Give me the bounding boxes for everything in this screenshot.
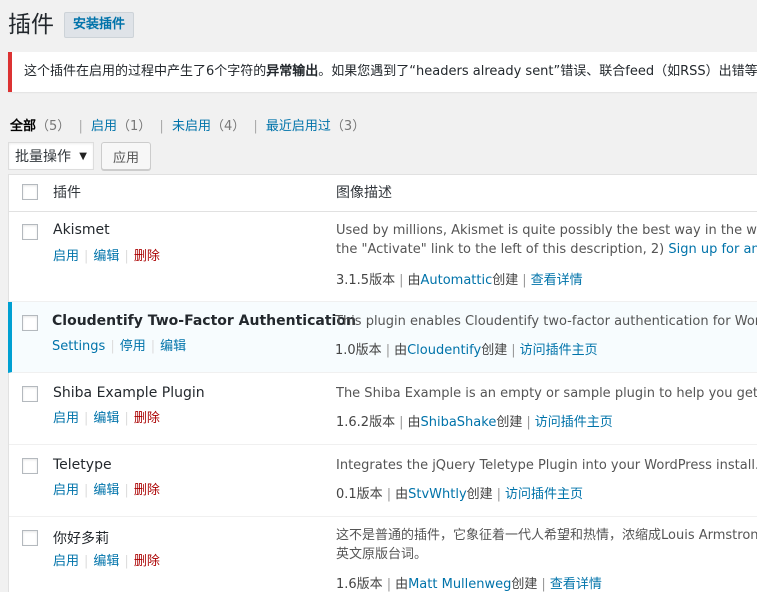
- plugins-page: 插件 安装插件 这个插件在启用的过程中产生了6个字符的异常输出。如果您遇到了“h…: [0, 0, 757, 592]
- page-header: 插件 安装插件: [8, 8, 135, 42]
- delete-link[interactable]: 删除: [134, 554, 160, 569]
- author-link[interactable]: Cloudentify: [407, 343, 481, 358]
- filter-separator: |: [159, 119, 164, 134]
- plugin-description: The Shiba Example is an empty or sample …: [336, 386, 757, 401]
- row-checkbox[interactable]: [22, 530, 38, 546]
- column-header-plugin[interactable]: 插件: [53, 175, 81, 211]
- plugin-name: Shiba Example Plugin: [53, 385, 205, 401]
- plugin-meta: 1.6.2版本 | 由ShibaShake创建 | 访问插件主页: [336, 415, 613, 430]
- activate-link[interactable]: 启用: [53, 554, 79, 569]
- filter-inactive[interactable]: 未启用（4）: [172, 119, 245, 134]
- plugin-meta: 0.1版本 | 由StvWhtly创建 | 访问插件主页: [336, 487, 584, 502]
- table-row: Akismet 启用 | 编辑 | 删除 Used by millions, Akism…: [9, 212, 757, 302]
- edit-link[interactable]: 编辑: [93, 483, 119, 498]
- plugin-meta: 1.6版本 | 由Matt Mullenweg创建 | 查看详情: [336, 577, 602, 592]
- plugin-homepage-link[interactable]: 访问插件主页: [505, 487, 583, 502]
- notice-text-post: 。如果您遇到了“headers already sent”错误、联合feed（如…: [318, 64, 757, 79]
- edit-link[interactable]: 编辑: [160, 339, 186, 354]
- table-row: Cloudentify Two-Factor Authentication Se…: [8, 302, 757, 373]
- add-new-plugin-button[interactable]: 安装插件: [64, 12, 135, 38]
- activate-link[interactable]: 启用: [53, 249, 79, 264]
- activate-link[interactable]: 启用: [53, 411, 79, 426]
- row-checkbox[interactable]: [22, 224, 38, 240]
- activate-link[interactable]: 启用: [53, 483, 79, 498]
- settings-link[interactable]: Settings: [52, 339, 105, 354]
- row-actions: 启用 | 编辑 | 删除: [53, 483, 160, 498]
- bulk-action-select[interactable]: 批量操作 ▼: [8, 142, 94, 170]
- author-link[interactable]: Automattic: [420, 273, 492, 288]
- row-checkbox[interactable]: [22, 386, 38, 402]
- signup-link[interactable]: Sign up for an Akismet: [668, 242, 757, 257]
- plugin-description: This plugin enables Cloudentify two-fact…: [335, 314, 757, 329]
- author-link[interactable]: StvWhtly: [408, 487, 467, 502]
- delete-link[interactable]: 删除: [134, 249, 160, 264]
- row-checkbox[interactable]: [22, 315, 38, 331]
- plugin-meta: 1.0版本 | 由Cloudentify创建 | 访问插件主页: [335, 343, 598, 358]
- plugins-table: 插件 图像描述 Akismet 启用 | 编辑 | 删除 Used by million…: [8, 174, 757, 592]
- edit-link[interactable]: 编辑: [93, 249, 119, 264]
- plugin-description: Used by millions, Akismet is quite possi…: [336, 221, 757, 259]
- row-actions: 启用 | 编辑 | 删除: [53, 249, 160, 264]
- bulk-actions: 批量操作 ▼ 应用: [8, 142, 152, 170]
- filter-separator: |: [253, 119, 258, 134]
- row-checkbox[interactable]: [22, 458, 38, 474]
- filter-active[interactable]: 启用（1）: [91, 119, 151, 134]
- delete-link[interactable]: 删除: [134, 483, 160, 498]
- row-actions: Settings | 停用 | 编辑: [52, 339, 187, 354]
- table-row: Teletype 启用 | 编辑 | 删除 Integrates the jQuery …: [9, 445, 757, 517]
- plugin-homepage-link[interactable]: 访问插件主页: [520, 343, 598, 358]
- table-header: 插件 图像描述: [9, 175, 757, 212]
- plugin-description: Integrates the jQuery Teletype Plugin in…: [336, 458, 757, 473]
- filter-separator: |: [78, 119, 83, 134]
- table-row: 你好多莉 启用 | 编辑 | 删除 这不是普通的插件，它象征着一代人希望和热情，浓缩成L…: [9, 517, 757, 592]
- plugin-description: 这不是普通的插件，它象征着一代人希望和热情，浓缩成Louis Armstrong…: [336, 528, 757, 562]
- deactivate-link[interactable]: 停用: [120, 339, 146, 354]
- error-notice: 这个插件在启用的过程中产生了6个字符的异常输出。如果您遇到了“headers a…: [8, 52, 757, 92]
- filter-all[interactable]: 全部（5）: [10, 119, 70, 134]
- edit-link[interactable]: 编辑: [93, 411, 119, 426]
- details-link[interactable]: 查看详情: [531, 273, 583, 288]
- author-link[interactable]: ShibaShake: [420, 415, 496, 430]
- author-link[interactable]: Matt Mullenweg: [408, 577, 511, 592]
- notice-text-strong: 异常输出: [266, 64, 319, 79]
- row-actions: 启用 | 编辑 | 删除: [53, 411, 160, 426]
- plugin-name: Cloudentify Two-Factor Authentication: [52, 313, 356, 329]
- table-row: Shiba Example Plugin 启用 | 编辑 | 删除 The Shiba …: [9, 373, 757, 445]
- page-title: 插件: [8, 12, 54, 38]
- filter-recently-active[interactable]: 最近启用过（3）: [266, 119, 365, 134]
- delete-link[interactable]: 删除: [134, 411, 160, 426]
- plugin-name: Teletype: [53, 457, 112, 473]
- chevron-down-icon: ▼: [79, 150, 87, 162]
- column-header-description: 图像描述: [336, 185, 392, 201]
- plugin-name: Akismet: [53, 222, 110, 238]
- select-all-checkbox[interactable]: [22, 184, 38, 200]
- status-filters: 全部（5） | 启用（1） | 未启用（4） | 最近启用过（3）: [10, 117, 365, 137]
- apply-button[interactable]: 应用: [101, 142, 152, 170]
- plugin-homepage-link[interactable]: 访问插件主页: [535, 415, 613, 430]
- notice-text-pre: 这个插件在启用的过程中产生了6个字符的: [24, 64, 267, 79]
- plugin-meta: 3.1.5版本 | 由Automattic创建 | 查看详情: [336, 273, 583, 288]
- row-actions: 启用 | 编辑 | 删除: [53, 554, 160, 569]
- bulk-action-select-label: 批量操作: [15, 149, 71, 165]
- plugin-name: 你好多莉: [53, 531, 109, 547]
- details-link[interactable]: 查看详情: [550, 577, 602, 592]
- edit-link[interactable]: 编辑: [93, 554, 119, 569]
